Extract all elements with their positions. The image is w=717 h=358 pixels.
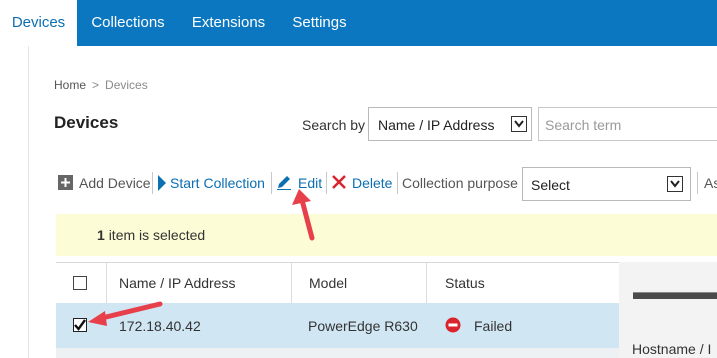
play-icon <box>158 175 166 194</box>
column-divider <box>106 263 107 303</box>
selection-banner: 1 item is selected <box>56 214 717 256</box>
column-header-name[interactable]: Name / IP Address <box>119 263 235 303</box>
edit-button[interactable]: Edit <box>298 173 322 193</box>
tab-extensions[interactable]: Extensions <box>179 0 278 46</box>
selection-count: 1 <box>97 227 105 243</box>
server-image <box>633 292 717 299</box>
devices-table: Name / IP Address Model Status 172.18.40… <box>56 262 619 358</box>
toolbar-divider <box>271 172 272 194</box>
search-input[interactable]: Search term <box>538 107 717 141</box>
tab-collections[interactable]: Collections <box>77 0 179 46</box>
breadcrumb: Home > Devices <box>54 78 148 92</box>
table-row[interactable]: 172.18.40.42 PowerEdge R630 Failed <box>56 303 619 348</box>
toolbar-divider <box>152 172 153 194</box>
breadcrumb-separator: > <box>92 78 100 92</box>
column-header-model[interactable]: Model <box>309 263 347 303</box>
row-checkbox[interactable] <box>73 318 87 332</box>
top-nav: Devices Collections Extensions Settings <box>0 0 717 46</box>
search-field-value: Name / IP Address <box>378 117 495 133</box>
device-name[interactable]: 172.18.40.42 <box>119 318 201 334</box>
page-title: Devices <box>54 113 119 132</box>
toolbar-divider <box>397 172 398 194</box>
collection-purpose-value: Select <box>531 177 570 193</box>
toolbar-divider <box>697 172 698 194</box>
device-detail-panel: Hostname / I <box>619 262 717 358</box>
tab-settings[interactable]: Settings <box>278 0 361 46</box>
add-device-button[interactable]: Add Device <box>79 173 151 193</box>
start-collection-button[interactable]: Start Collection <box>170 173 265 193</box>
table-header: Name / IP Address Model Status <box>56 262 619 304</box>
chevron-down-icon <box>511 116 527 132</box>
x-icon <box>332 175 346 192</box>
toolbar-divider <box>326 172 327 194</box>
plus-box-icon <box>58 175 73 190</box>
table-row[interactable] <box>56 348 619 358</box>
search-field-select[interactable]: Name / IP Address <box>368 107 532 141</box>
selection-status: 1 item is selected <box>97 227 205 243</box>
search-placeholder: Search term <box>545 117 622 133</box>
breadcrumb-current: Devices <box>105 78 148 92</box>
select-all-checkbox[interactable] <box>73 276 87 290</box>
column-divider <box>291 263 292 303</box>
selection-text: item is selected <box>108 227 206 243</box>
breadcrumb-home[interactable]: Home <box>54 78 86 92</box>
tab-devices[interactable]: Devices <box>0 0 77 46</box>
column-divider <box>426 263 427 303</box>
truncated-toolbar-label[interactable]: As <box>704 173 717 193</box>
hostname-label: Hostname / I <box>632 341 712 357</box>
device-status: Failed <box>474 318 513 334</box>
checkmark-icon <box>74 319 86 331</box>
device-model: PowerEdge R630 <box>308 318 418 334</box>
failed-status-icon <box>445 317 461 338</box>
collection-purpose-label: Collection purpose <box>402 175 518 191</box>
chevron-down-icon <box>667 176 683 192</box>
delete-button[interactable]: Delete <box>352 173 392 193</box>
search-by-label: Search by <box>302 117 366 133</box>
left-gutter <box>0 46 29 358</box>
column-header-status[interactable]: Status <box>445 263 485 303</box>
pencil-icon <box>276 174 292 193</box>
collection-purpose-select[interactable]: Select <box>522 167 691 201</box>
